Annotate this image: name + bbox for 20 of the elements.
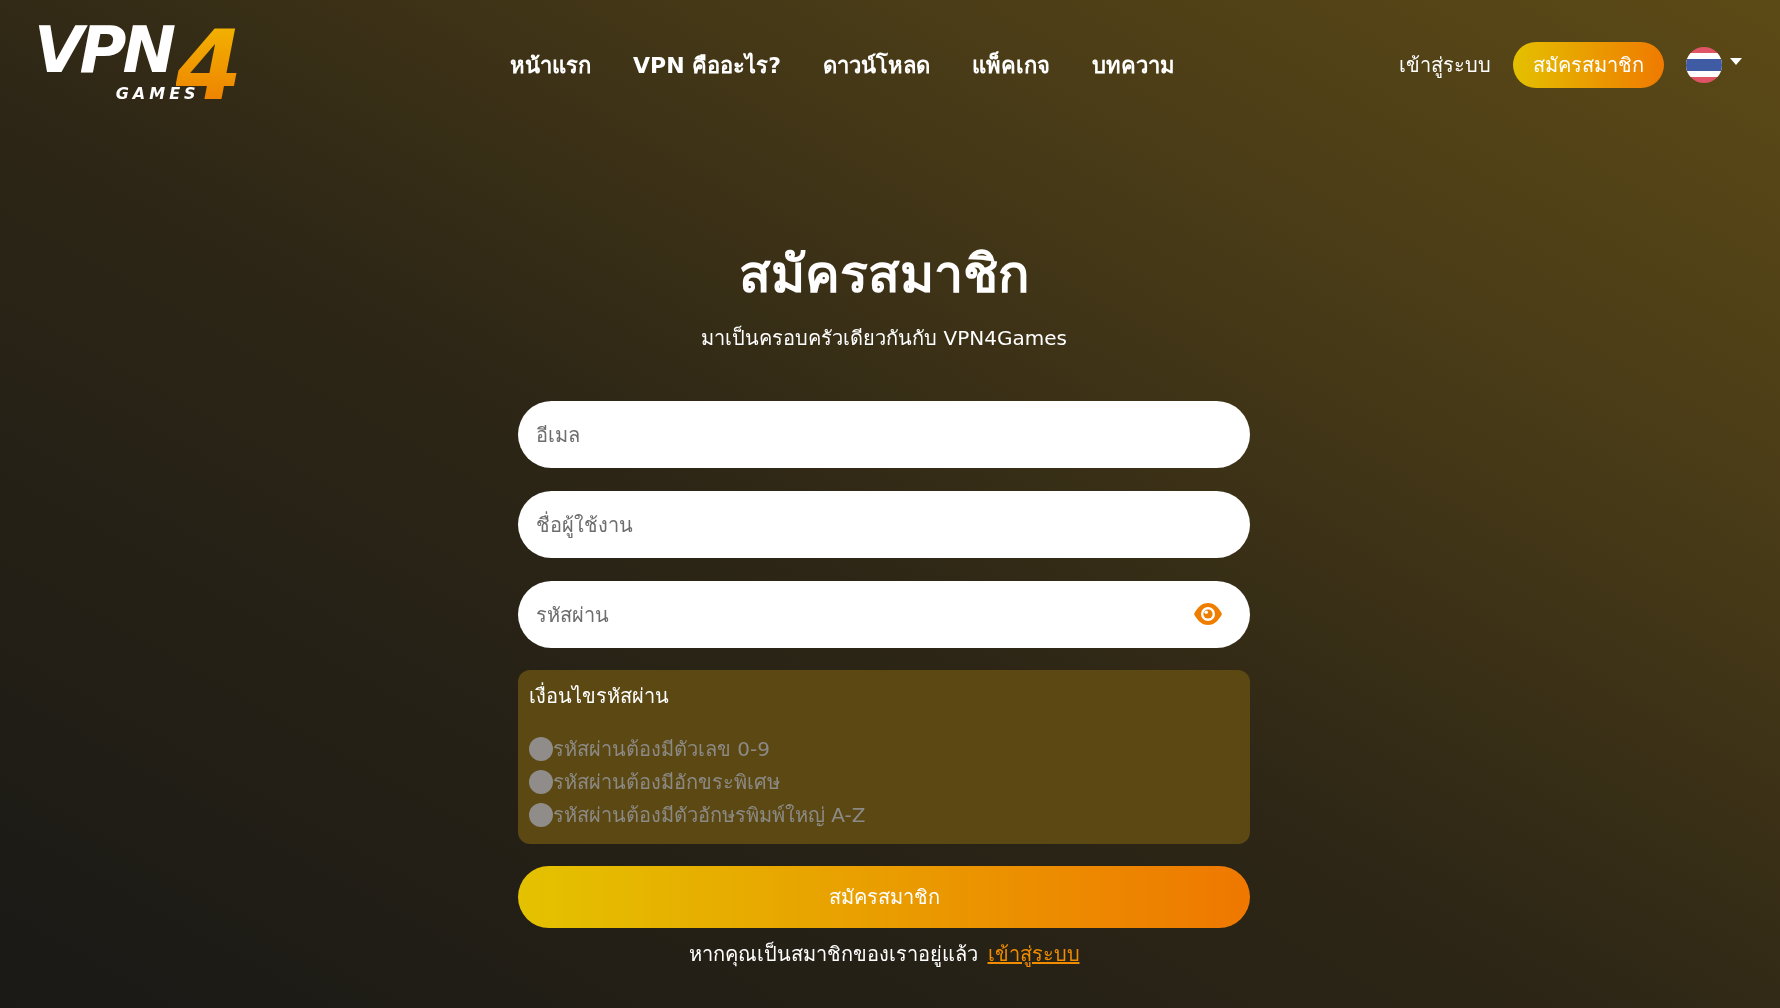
nav-link[interactable]: ดาวน์โหลด [823, 47, 930, 83]
password-field[interactable]: รหัสผ่าน [518, 581, 1250, 648]
nav-link[interactable]: หน้าแรก [510, 47, 591, 83]
login-prompt-text: หากคุณเป็นสมาชิกของเราอยู่แล้ว [688, 940, 978, 968]
requirement-text: รหัสผ่านต้องมีอักขระพิเศษ [553, 768, 780, 796]
input-field[interactable]: ชื่อผู้ใช้งาน [518, 491, 1250, 558]
page-title: สมัครสมาชิก [738, 243, 1030, 306]
login-link[interactable]: เข้าสู่ระบบ [1399, 49, 1491, 81]
caret-icon[interactable] [1730, 57, 1742, 65]
login-link[interactable]: เข้าสู่ระบบ [987, 940, 1080, 968]
nav-link[interactable]: บทความ [1092, 47, 1175, 83]
flag-icon[interactable] [1686, 47, 1722, 83]
requirement-text: รหัสผ่านต้องมีตัวเลข 0-9 [553, 735, 771, 763]
requirement-text: รหัสผ่านต้องมีตัวอักษรพิมพ์ใหญ่ A-Z [553, 801, 866, 829]
nav-link[interactable]: แพ็คเกจ [972, 47, 1050, 83]
eye-icon[interactable] [1194, 603, 1222, 625]
subtitle: มาเป็นครอบครัวเดียวกันกับ VPN4Games [700, 324, 1068, 352]
nav-link[interactable]: VPN คืออะไร? [633, 47, 781, 83]
input-field[interactable]: อีเมล [518, 401, 1250, 468]
requirements-title: เงื่อนไขรหัสผ่าน [529, 682, 670, 710]
